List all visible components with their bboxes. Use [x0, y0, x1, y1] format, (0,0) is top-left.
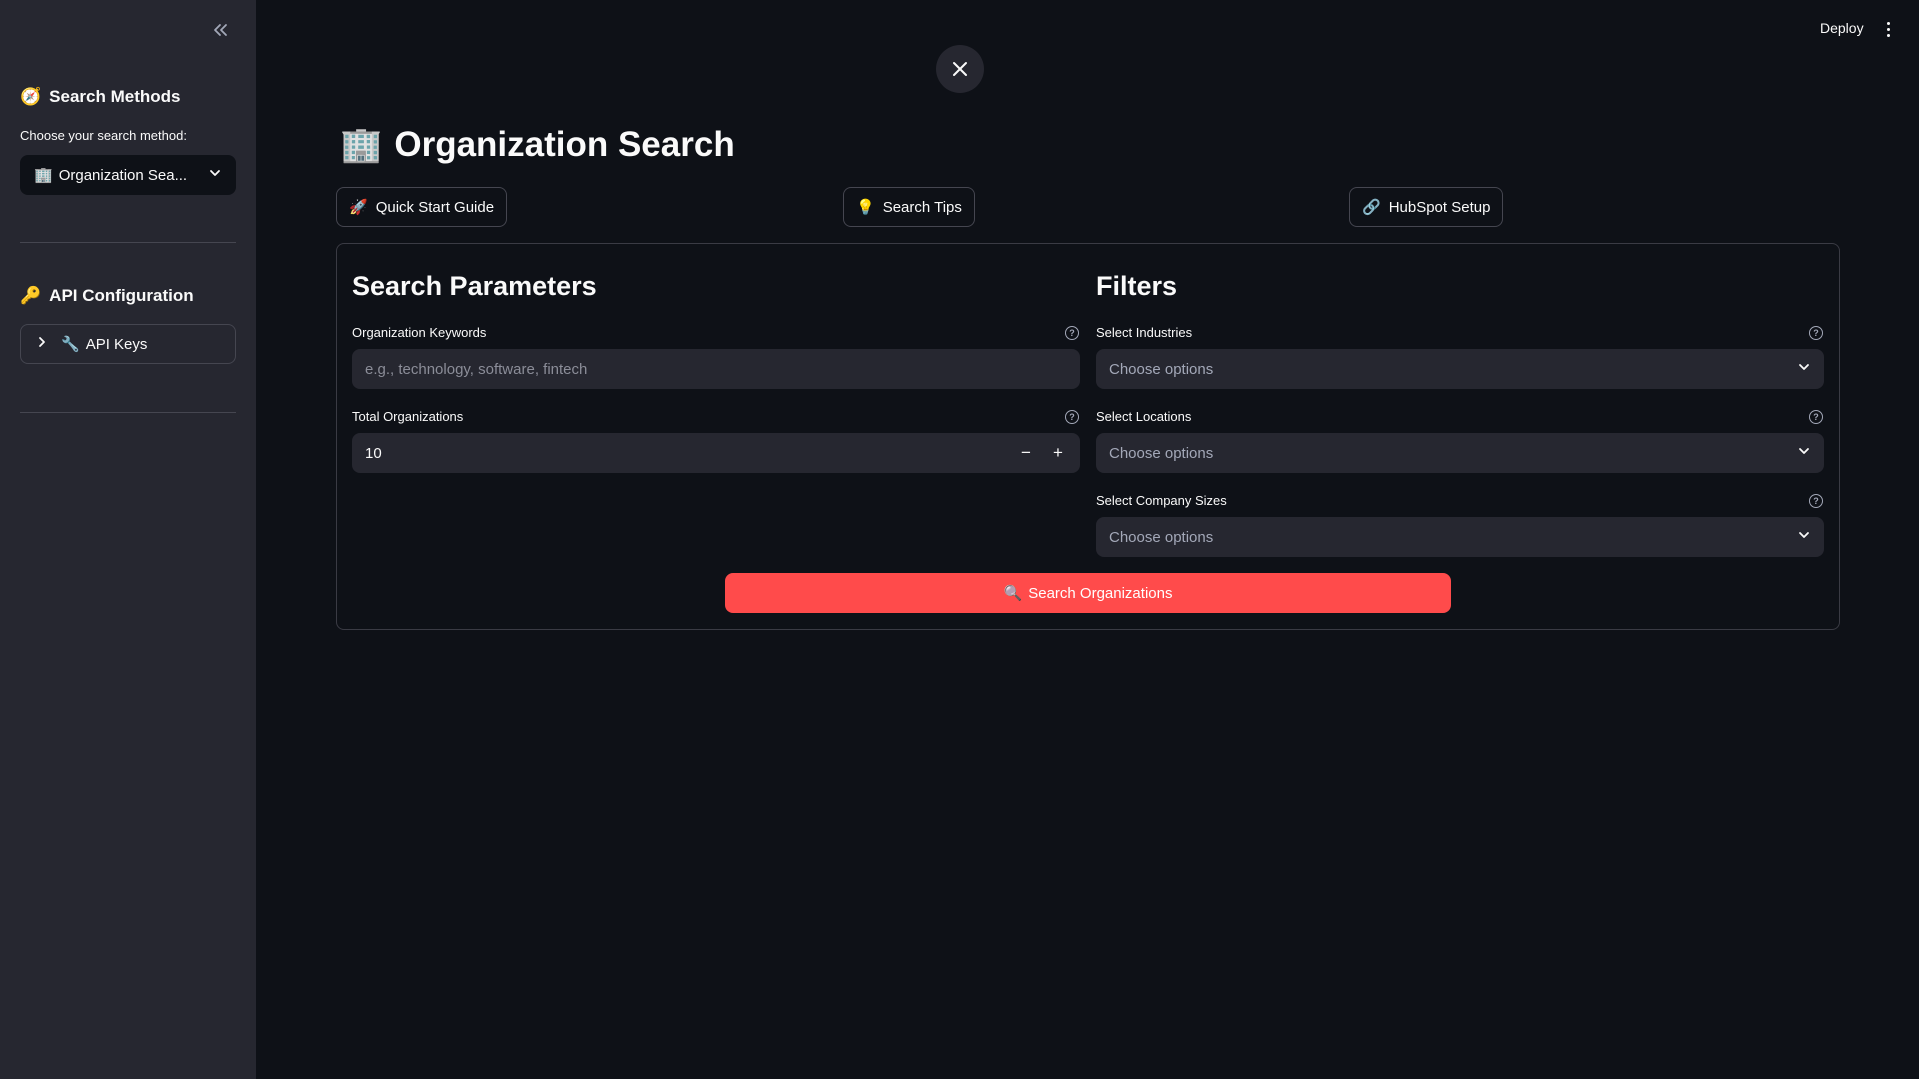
- organization-keywords-input[interactable]: e.g., technology, software, fintech: [352, 349, 1080, 389]
- page-title: 🏢 Organization Search: [340, 125, 735, 165]
- select-company-sizes-label: Select Company Sizes: [1096, 493, 1227, 508]
- select-industries-label: Select Industries: [1096, 325, 1193, 340]
- double-chevron-left-icon[interactable]: [206, 16, 234, 44]
- api-keys-expander[interactable]: 🔧 API Keys: [20, 324, 236, 364]
- chevron-down-icon: [1797, 444, 1811, 462]
- search-method-value: Organization Sea...: [58, 166, 188, 184]
- api-config-title: API Configuration: [49, 286, 194, 305]
- chevron-down-icon: [1797, 360, 1811, 378]
- chevron-right-icon: [35, 335, 49, 353]
- search-parameters-title: Search Parameters: [352, 271, 597, 301]
- industries-select[interactable]: Choose options: [1096, 349, 1824, 389]
- locations-select[interactable]: Choose options: [1096, 433, 1824, 473]
- deploy-button[interactable]: Deploy: [1820, 20, 1864, 36]
- industries-placeholder: Choose options: [1109, 360, 1214, 378]
- increment-button[interactable]: +: [1042, 443, 1074, 463]
- hubspot-setup-label: HubSpot Setup: [1388, 198, 1491, 216]
- lightbulb-icon: 💡: [856, 199, 875, 216]
- hubspot-setup-button[interactable]: 🔗 HubSpot Setup: [1349, 187, 1504, 227]
- total-organizations-label: Total Organizations: [352, 409, 464, 424]
- api-keys-label: API Keys: [85, 335, 148, 353]
- sidebar: 🧭 Search Methods Choose your search meth…: [0, 0, 256, 1079]
- search-tips-label: Search Tips: [882, 198, 962, 216]
- compass-icon: 🧭: [20, 87, 42, 106]
- search-methods-heading: 🧭 Search Methods: [20, 87, 180, 107]
- magnifier-icon: 🔍: [1003, 585, 1023, 602]
- page-title-text: Organization Search: [394, 125, 735, 164]
- company-sizes-select[interactable]: Choose options: [1096, 517, 1824, 557]
- building-icon: 🏢: [34, 167, 53, 184]
- help-icon[interactable]: ?: [1809, 326, 1823, 340]
- help-icon[interactable]: ?: [1065, 326, 1079, 340]
- help-icon[interactable]: ?: [1065, 410, 1079, 424]
- select-locations-label: Select Locations: [1096, 409, 1192, 424]
- total-organizations-input[interactable]: 10 − +: [352, 433, 1080, 473]
- chevron-down-icon: [1797, 528, 1811, 546]
- decrement-button[interactable]: −: [1010, 443, 1042, 463]
- search-tips-button[interactable]: 💡 Search Tips: [843, 187, 975, 227]
- search-methods-title: Search Methods: [49, 87, 181, 106]
- search-organizations-label: Search Organizations: [1028, 584, 1173, 602]
- help-icon[interactable]: ?: [1809, 410, 1823, 424]
- link-icon: 🔗: [1362, 199, 1381, 216]
- organization-keywords-label: Organization Keywords: [352, 325, 487, 340]
- api-config-heading: 🔑 API Configuration: [20, 286, 194, 306]
- building-icon: 🏢: [340, 126, 383, 164]
- search-method-label: Choose your search method:: [20, 128, 187, 143]
- company-sizes-placeholder: Choose options: [1109, 528, 1214, 546]
- rocket-icon: 🚀: [349, 199, 368, 216]
- more-vertical-icon[interactable]: [1880, 16, 1896, 42]
- help-icon[interactable]: ?: [1809, 494, 1823, 508]
- total-organizations-value: 10: [365, 444, 382, 462]
- filters-title: Filters: [1096, 271, 1178, 301]
- quick-start-guide-button[interactable]: 🚀 Quick Start Guide: [336, 187, 508, 227]
- sidebar-divider: [20, 412, 236, 413]
- wrench-icon: 🔧: [61, 336, 80, 353]
- search-method-select[interactable]: 🏢 Organization Sea...: [20, 155, 236, 195]
- key-icon: 🔑: [20, 286, 42, 305]
- close-icon[interactable]: [936, 45, 984, 93]
- sidebar-divider: [20, 242, 236, 243]
- quick-start-label: Quick Start Guide: [375, 198, 495, 216]
- organization-keywords-placeholder: e.g., technology, software, fintech: [365, 360, 588, 378]
- chevron-down-icon: [208, 166, 222, 184]
- locations-placeholder: Choose options: [1109, 444, 1214, 462]
- search-organizations-button[interactable]: 🔍 Search Organizations: [725, 573, 1451, 613]
